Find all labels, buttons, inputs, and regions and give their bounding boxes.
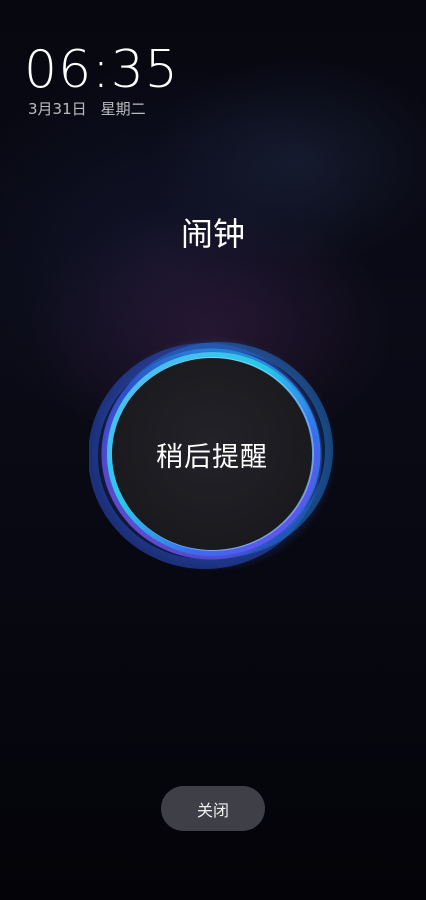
lockscreen-clock: 06:35 3月31日 星期二 xyxy=(24,42,179,118)
snooze-button[interactable]: 稍后提醒 xyxy=(112,358,312,550)
snooze-control[interactable]: 稍后提醒 xyxy=(89,336,337,572)
close-alarm-label: 关闭 xyxy=(196,800,229,820)
close-alarm-button[interactable]: 关闭 xyxy=(161,786,265,831)
clock-time: 06:35 xyxy=(24,40,179,100)
snooze-label: 稍后提醒 xyxy=(156,441,268,473)
alarm-title: 闹钟 xyxy=(180,215,245,253)
clock-weekday: 星期二 xyxy=(100,100,146,118)
clock-date: 3月31日 xyxy=(28,100,87,118)
clock-date-row: 3月31日 星期二 xyxy=(24,100,179,118)
